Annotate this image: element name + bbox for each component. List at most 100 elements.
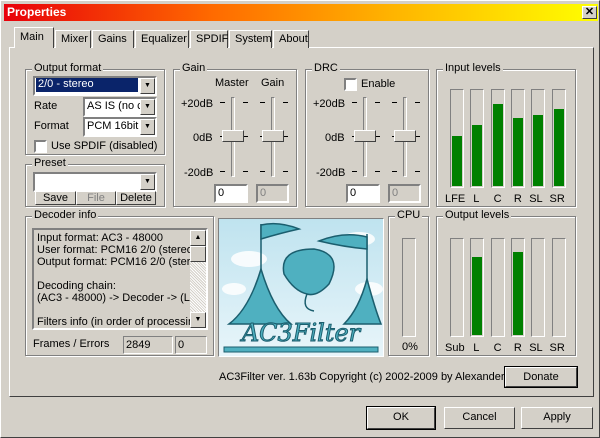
- output-meter-r: [510, 238, 525, 337]
- output-meter-c: [490, 238, 505, 337]
- drc-level-input: 0: [388, 184, 421, 203]
- chevron-down-icon: ▼: [140, 119, 155, 135]
- output-meter-sub: [450, 238, 464, 337]
- tick-mark: [375, 171, 380, 172]
- preset-select[interactable]: ▼: [33, 172, 157, 192]
- drc-value-input[interactable]: 0: [346, 184, 380, 203]
- properties-window: Properties ✕ Output format 2/0 - stereo ▼…: [0, 0, 600, 438]
- channel-label: SL: [529, 193, 543, 205]
- close-button[interactable]: ✕: [582, 6, 597, 19]
- cancel-button[interactable]: Cancel: [444, 407, 515, 429]
- frames-count: 2849: [123, 336, 173, 354]
- scale-zero-label: 0dB: [325, 132, 345, 144]
- input-meter-r: [510, 89, 525, 188]
- level-fill: [512, 251, 523, 335]
- decoder-info-line: Output format: PCM16 2/0 (stereo: [37, 256, 191, 268]
- drc-level-slider-thumb[interactable]: [394, 130, 416, 142]
- channel-label: LFE: [445, 193, 466, 205]
- scroll-down-icon[interactable]: ▼: [190, 312, 206, 328]
- group-label: Gain: [180, 62, 208, 74]
- master-gain-input[interactable]: 0: [214, 184, 248, 203]
- delete-preset-button[interactable]: Delete: [116, 191, 156, 205]
- level-fill: [472, 124, 483, 186]
- group-label: Output format: [32, 62, 104, 74]
- tick-mark: [220, 102, 225, 103]
- group-label: Output levels: [443, 209, 512, 221]
- save-preset-button[interactable]: Save: [35, 191, 76, 205]
- tick-mark: [415, 171, 420, 172]
- output-meter-l: [470, 238, 485, 337]
- tab-about[interactable]: About: [273, 30, 309, 48]
- selected-value: 2/0 - stereo: [36, 78, 138, 92]
- scroll-up-icon[interactable]: ▲: [190, 230, 206, 246]
- scale-plus-label: +20dB: [313, 98, 346, 110]
- master-label: Master: [215, 77, 249, 89]
- donate-button[interactable]: Donate: [504, 366, 578, 388]
- tick-mark: [220, 171, 225, 172]
- group-label: Preset: [32, 157, 68, 169]
- ok-button[interactable]: OK: [366, 406, 436, 430]
- channel-label: SL: [529, 342, 543, 354]
- master-gain-slider-thumb[interactable]: [222, 130, 244, 142]
- close-icon: ✕: [584, 6, 595, 18]
- decoder-info-line: (AC3 - 48000) -> Decoder -> (Line: [37, 292, 191, 304]
- scroll-thumb[interactable]: [190, 246, 206, 262]
- output-format-select[interactable]: 2/0 - stereo ▼: [33, 76, 157, 96]
- gain-slider-thumb[interactable]: [262, 130, 284, 142]
- channel-label: SR: [549, 193, 565, 205]
- channel-label: L: [473, 193, 480, 205]
- drc-enable-checkbox[interactable]: [344, 78, 357, 91]
- scale-minus-label: -20dB: [184, 167, 214, 179]
- tab-gains[interactable]: Gains: [92, 30, 134, 48]
- copyright-text: AC3Filter ver. 1.63b Copyright (c) 2002-…: [219, 371, 552, 383]
- scale-plus-label: +20dB: [181, 98, 214, 110]
- chevron-down-icon: ▼: [140, 78, 155, 94]
- scrollbar[interactable]: ▲ ▼: [190, 230, 206, 328]
- group-label: DRC: [312, 62, 340, 74]
- tab-equalizer[interactable]: Equalizer: [135, 30, 189, 48]
- channel-label: R: [513, 342, 522, 354]
- tick-mark: [243, 171, 248, 172]
- use-spdif-checkbox[interactable]: [34, 140, 47, 153]
- decoder-info-text[interactable]: Input format: AC3 - 48000 User format: PC…: [32, 228, 208, 330]
- chevron-down-icon: ▼: [140, 99, 155, 115]
- input-meter-c: [490, 89, 505, 188]
- output-meter-sr: [551, 238, 566, 337]
- tick-mark: [375, 102, 380, 103]
- tick-mark: [260, 171, 265, 172]
- apply-button[interactable]: Apply: [521, 407, 593, 429]
- level-fill: [533, 115, 544, 186]
- tab-mixer[interactable]: Mixer: [55, 30, 91, 48]
- tab-main[interactable]: Main: [14, 27, 54, 48]
- input-meter-sr: [551, 89, 566, 188]
- channel-label: L: [473, 342, 480, 354]
- tick-mark: [352, 102, 357, 103]
- rate-select[interactable]: AS IS (no ch ▼: [83, 97, 157, 117]
- format-label: Format: [34, 120, 69, 132]
- tick-mark: [352, 171, 357, 172]
- tab-system[interactable]: System: [229, 30, 272, 48]
- input-meter-lfe: [450, 89, 464, 188]
- scale-minus-label: -20dB: [316, 167, 346, 179]
- format-select[interactable]: PCM 16bit ▼: [83, 117, 157, 137]
- drc-slider-thumb[interactable]: [354, 130, 376, 142]
- scale-zero-label: 0dB: [193, 132, 213, 144]
- drc-enable-label[interactable]: Enable: [361, 78, 395, 90]
- gain-label: Gain: [261, 77, 285, 89]
- group-label: Decoder info: [32, 209, 99, 221]
- decoder-info-line: Decoding chain:: [37, 280, 116, 292]
- file-preset-button[interactable]: File: [76, 191, 116, 205]
- logo-text: AC3Filter: [240, 319, 362, 347]
- tick-mark: [392, 171, 397, 172]
- use-spdif-label[interactable]: Use SPDIF (disabled): [51, 140, 157, 152]
- input-meter-l: [470, 89, 485, 188]
- cpu-value: 0%: [402, 341, 418, 353]
- ac3filter-logo: AC3Filter: [218, 218, 384, 357]
- selected-value: PCM 16bit: [87, 120, 139, 132]
- window-title: Properties: [7, 5, 67, 19]
- title-bar[interactable]: Properties: [4, 4, 598, 21]
- chevron-down-icon: ▼: [140, 174, 155, 190]
- level-fill: [553, 109, 564, 186]
- group-label: CPU: [395, 209, 423, 221]
- tab-spdif[interactable]: SPDIF: [190, 30, 228, 48]
